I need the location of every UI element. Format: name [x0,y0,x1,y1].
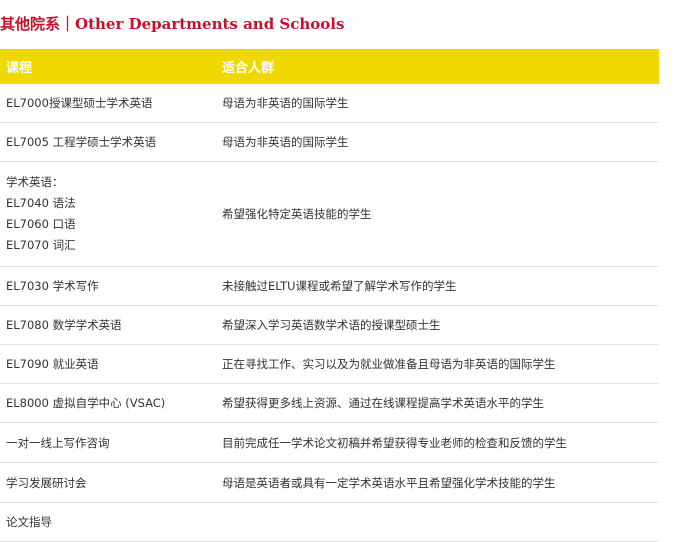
audience-cell: 母语为非英语的国际学生 [222,96,349,110]
course-line: EL7060 口语 [6,217,76,231]
table-row: 学术英语： EL7040 语法 EL7060 口语 EL7070 词汇 希望强化特定英语… [0,162,659,267]
table-row: EL7005 工程学硕士学术英语 母语为非英语的国际学生 [0,123,659,162]
audience-cell: 希望深入学习英语数学术语的授课型硕士生 [222,318,441,332]
course-line: EL7090 就业英语 [6,357,99,371]
course-cell: 学习发展研讨会 [6,475,87,491]
table-row: EL7030 学术写作 未接触过ELTU课程或希望了解学术写作的学生 [0,267,659,306]
audience-cell: 希望获得更多线上资源、通过在线课程提高学术英语水平的学生 [222,396,544,410]
course-cell: 一对一线上写作咨询 [6,435,110,451]
course-cell: EL7000授课型硕士学术英语 [6,95,152,111]
course-cell: 论文指导 [6,514,52,530]
course-line: EL8000 虚拟自学中心 (VSAC) [6,396,166,410]
table-row: 一对一线上写作咨询 目前完成任一学术论文初稿并希望获得专业老师的检查和反馈的学生 [0,423,659,463]
course-line: EL7000授课型硕士学术英语 [6,96,153,110]
course-line: 学术英语： [6,175,64,189]
audience-cell: 未接触过ELTU课程或希望了解学术写作的学生 [222,279,457,293]
audience-cell: 目前完成任一学术论文初稿并希望获得专业老师的检查和反馈的学生 [222,435,567,450]
audience-cell: 母语为非英语的国际学生 [222,135,349,149]
section-heading: 其他院系｜Other Departments and Schools [0,15,345,33]
course-line: EL7080 数学学术英语 [6,318,122,332]
course-cell: EL7030 学术写作 [6,278,99,294]
audience-cell: 母语是英语者或具有一定学术英语水平且希望强化学术技能的学生 [222,475,556,490]
table-row: EL8000 虚拟自学中心 (VSAC) 希望获得更多线上资源、通过在线课程提高学… [0,384,659,423]
table-row: EL7080 数学学术英语 希望深入学习英语数学术语的授课型硕士生 [0,306,659,345]
course-line: EL7070 词汇 [6,238,76,252]
table-row: EL7090 就业英语 正在寻找工作、实习以及为就业做准备且母语为非英语的国际学生 [0,345,659,384]
course-cell: EL7005 工程学硕士学术英语 [6,134,156,150]
course-line: 论文指导 [6,515,52,529]
header-course: 课程 [6,61,33,76]
course-cell: 学术英语： EL7040 语法 EL7060 口语 EL7070 词汇 [6,172,76,256]
course-cell: EL7090 就业英语 [6,356,99,372]
table-row: EL7000授课型硕士学术英语 母语为非英语的国际学生 [0,84,659,123]
audience-cell: 正在寻找工作、实习以及为就业做准备且母语为非英语的国际学生 [222,357,556,371]
courses-table: 课程 适合人群 EL7000授课型硕士学术英语 母语为非英语的国际学生 EL7005… [0,49,659,542]
table-row: 论文指导 [0,503,659,542]
audience-cell: 希望强化特定英语技能的学生 [222,207,372,221]
course-cell: EL8000 虚拟自学中心 (VSAC) [6,395,165,411]
table-body: EL7000授课型硕士学术英语 母语为非英语的国际学生 EL7005 工程学硕士学术… [0,84,659,542]
course-line: EL7030 学术写作 [6,279,99,293]
course-cell: EL7080 数学学术英语 [6,317,122,333]
course-line: 学习发展研讨会 [6,475,87,490]
header-audience: 适合人群 [222,61,275,76]
table-row: 学习发展研讨会 母语是英语者或具有一定学术英语水平且希望强化学术技能的学生 [0,463,659,503]
course-line: EL7005 工程学硕士学术英语 [6,135,157,149]
course-line: 一对一线上写作咨询 [6,435,110,450]
course-line: EL7040 语法 [6,196,76,210]
table-header-row: 课程 适合人群 [0,49,659,84]
